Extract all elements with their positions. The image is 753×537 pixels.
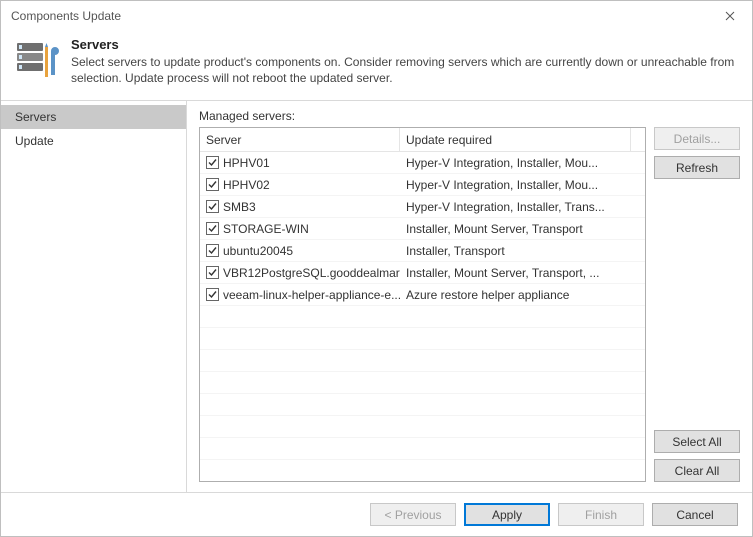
row-checkbox[interactable] bbox=[206, 288, 219, 301]
refresh-button[interactable]: Refresh bbox=[654, 156, 740, 179]
cancel-button[interactable]: Cancel bbox=[652, 503, 738, 526]
server-cell: HPHV02 bbox=[200, 178, 400, 192]
header: Servers Select servers to update product… bbox=[1, 31, 752, 101]
table-row[interactable]: veeam-linux-helper-appliance-e...Azure r… bbox=[200, 284, 645, 306]
table-row-empty bbox=[200, 438, 645, 460]
header-description: Select servers to update product's compo… bbox=[71, 54, 738, 86]
server-cell: ubuntu20045 bbox=[200, 244, 400, 258]
server-name: ubuntu20045 bbox=[223, 244, 293, 258]
table-row[interactable]: HPHV01 Hyper-V Integration, Installer, Mo… bbox=[200, 152, 645, 174]
table-row-empty bbox=[200, 460, 645, 481]
titlebar: Components Update bbox=[1, 1, 752, 31]
row-checkbox[interactable] bbox=[206, 200, 219, 213]
update-required-cell: Installer, Mount Server, Transport bbox=[400, 222, 645, 236]
update-required-cell: Installer, Transport bbox=[400, 244, 645, 258]
table-row-empty bbox=[200, 372, 645, 394]
sidebar: Servers Update bbox=[1, 101, 187, 492]
table-row-empty bbox=[200, 328, 645, 350]
dialog-window: Components Update Servers Select serve bbox=[0, 0, 753, 537]
column-update-required[interactable]: Update required bbox=[400, 128, 631, 151]
finish-button[interactable]: Finish bbox=[558, 503, 644, 526]
sidebar-item-servers[interactable]: Servers bbox=[1, 105, 186, 129]
table-row-empty bbox=[200, 416, 645, 438]
table-row[interactable]: VBR12PostgreSQL.gooddealmar...Installer,… bbox=[200, 262, 645, 284]
servers-table: Server Update required HPHV01 Hyper-V Int… bbox=[199, 127, 646, 482]
server-cell: VBR12PostgreSQL.gooddealmar... bbox=[200, 266, 400, 280]
table-row-empty bbox=[200, 394, 645, 416]
row-checkbox[interactable] bbox=[206, 266, 219, 279]
window-title: Components Update bbox=[11, 9, 708, 23]
details-button[interactable]: Details... bbox=[654, 127, 740, 150]
server-cell: STORAGE-WIN bbox=[200, 222, 400, 236]
table-row[interactable]: SMB3 Hyper-V Integration, Installer, Tran… bbox=[200, 196, 645, 218]
table-row[interactable]: ubuntu20045 Installer, Transport bbox=[200, 240, 645, 262]
server-name: veeam-linux-helper-appliance-e... bbox=[223, 288, 400, 302]
update-required-cell: Hyper-V Integration, Installer, Trans... bbox=[400, 200, 645, 214]
server-cell: SMB3 bbox=[200, 200, 400, 214]
sidebar-item-label: Servers bbox=[15, 110, 56, 124]
table-header: Server Update required bbox=[200, 128, 645, 152]
clear-all-button[interactable]: Clear All bbox=[654, 459, 740, 482]
table-row[interactable]: STORAGE-WIN Installer, Mount Server, Tran… bbox=[200, 218, 645, 240]
server-name: SMB3 bbox=[223, 200, 256, 214]
footer: < Previous Apply Finish Cancel bbox=[1, 492, 752, 536]
header-text: Servers Select servers to update product… bbox=[71, 37, 738, 86]
side-buttons: Details... Refresh Select All Clear All bbox=[654, 127, 740, 482]
managed-servers-label: Managed servers: bbox=[199, 109, 740, 123]
main-panel: Managed servers: Server Update required … bbox=[187, 101, 752, 492]
sidebar-item-update[interactable]: Update bbox=[1, 129, 186, 153]
update-required-cell: Hyper-V Integration, Installer, Mou... bbox=[400, 156, 645, 170]
row-checkbox[interactable] bbox=[206, 222, 219, 235]
update-required-cell: Hyper-V Integration, Installer, Mou... bbox=[400, 178, 645, 192]
row-checkbox[interactable] bbox=[206, 178, 219, 191]
server-name: HPHV01 bbox=[223, 156, 270, 170]
table-row-empty bbox=[200, 350, 645, 372]
previous-button[interactable]: < Previous bbox=[370, 503, 456, 526]
server-name: VBR12PostgreSQL.gooddealmar... bbox=[223, 266, 400, 280]
server-cell: HPHV01 bbox=[200, 156, 400, 170]
sidebar-item-label: Update bbox=[15, 134, 54, 148]
apply-button[interactable]: Apply bbox=[464, 503, 550, 526]
table-row-empty bbox=[200, 306, 645, 328]
table-body: HPHV01 Hyper-V Integration, Installer, Mo… bbox=[200, 152, 645, 481]
body: Servers Update Managed servers: Server Up… bbox=[1, 101, 752, 492]
update-required-cell: Azure restore helper appliance bbox=[400, 288, 645, 302]
column-server[interactable]: Server bbox=[200, 128, 400, 151]
select-all-button[interactable]: Select All bbox=[654, 430, 740, 453]
table-row[interactable]: HPHV02 Hyper-V Integration, Installer, Mo… bbox=[200, 174, 645, 196]
server-name: HPHV02 bbox=[223, 178, 270, 192]
row-checkbox[interactable] bbox=[206, 244, 219, 257]
server-tools-icon bbox=[15, 37, 59, 81]
column-spacer bbox=[631, 128, 645, 151]
close-icon bbox=[725, 8, 735, 24]
row-checkbox[interactable] bbox=[206, 156, 219, 169]
update-required-cell: Installer, Mount Server, Transport, ... bbox=[400, 266, 645, 280]
server-cell: veeam-linux-helper-appliance-e... bbox=[200, 288, 400, 302]
close-button[interactable] bbox=[708, 1, 752, 31]
header-title: Servers bbox=[71, 37, 738, 52]
server-name: STORAGE-WIN bbox=[223, 222, 309, 236]
